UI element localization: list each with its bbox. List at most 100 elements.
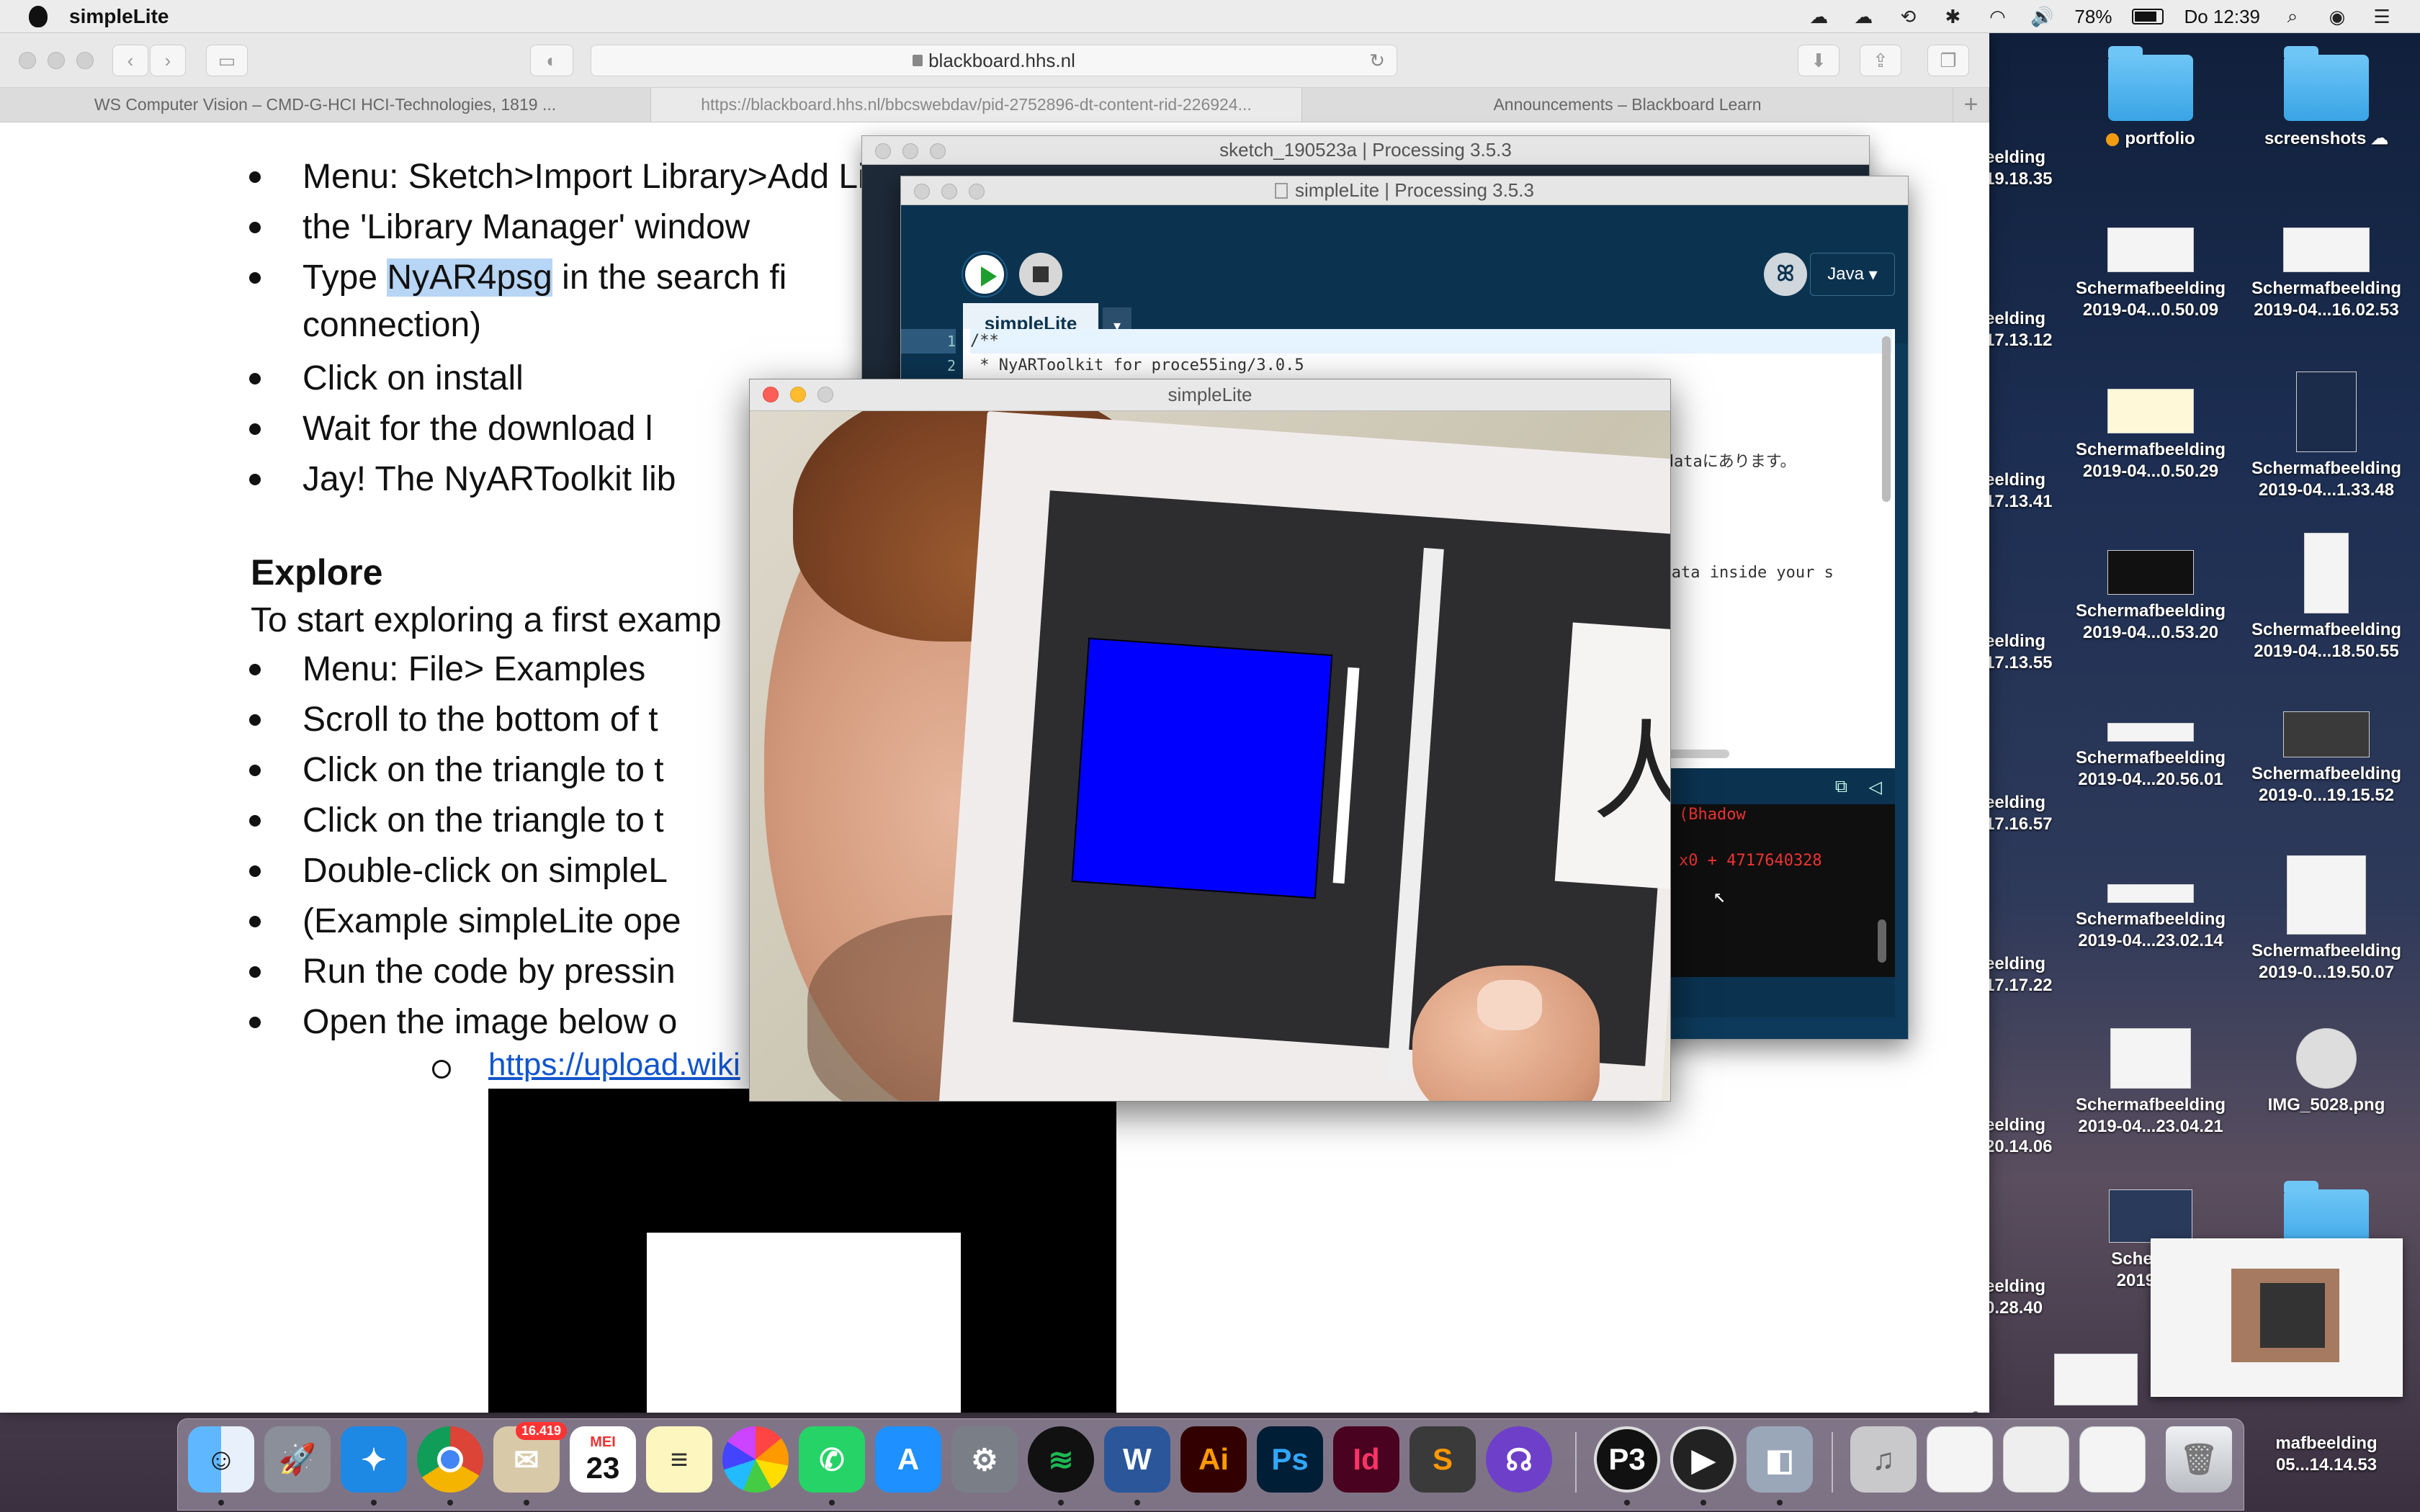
itunes-icon[interactable]: ♫ [1850, 1426, 1917, 1493]
desktop-label-cut[interactable]: eelding 17.13.41 [1985, 469, 2052, 513]
screenshot-preview-thumbnail[interactable] [2151, 1238, 2403, 1397]
desktop-file[interactable]: Schermafbeelding 2019-04...0.50.09 [2064, 228, 2237, 321]
close-button[interactable] [875, 143, 891, 159]
minimize-button[interactable] [941, 184, 957, 199]
tab-blackboard-content[interactable]: https://blackboard.hhs.nl/bbcswebdav/pid… [651, 88, 1302, 122]
debugger-icon[interactable]: ꕤ [1764, 253, 1807, 296]
zoom-button[interactable] [969, 184, 985, 199]
zoom-button[interactable] [930, 143, 946, 159]
photos-icon[interactable] [722, 1426, 789, 1493]
collapse-console-icon[interactable]: ◁ [1869, 777, 1882, 798]
zoom-button[interactable] [76, 51, 94, 69]
volume-icon[interactable]: 🔊 [2030, 6, 2054, 27]
minimized-window-thumbnail[interactable] [2003, 1426, 2069, 1493]
finder-icon[interactable]: ☺ [188, 1426, 254, 1493]
share-icon[interactable]: ⇪ [1860, 45, 1901, 76]
safari-icon[interactable]: ✦ [341, 1426, 407, 1493]
forward-button[interactable]: › [150, 45, 186, 76]
notes-icon[interactable]: ≡ [646, 1426, 712, 1493]
launchpad-icon[interactable]: 🚀 [264, 1426, 331, 1493]
whatsapp-icon[interactable]: ✆ [799, 1426, 865, 1493]
page-scrollbar[interactable] [1972, 1411, 1979, 1413]
desktop-file[interactable]: Schermafbeelding 2019-04...23.04.21 [2064, 1028, 2237, 1138]
privacy-shield-icon[interactable]: ◐ [530, 45, 573, 76]
desktop-file[interactable]: Schermafbeelding 2019-0...19.15.52 [2240, 711, 2413, 806]
sync-icon[interactable]: ☁ [1851, 6, 1876, 27]
spotify-icon[interactable]: ≋ [1028, 1426, 1094, 1493]
indesign-icon[interactable]: Id [1333, 1426, 1399, 1493]
mail-icon[interactable]: ✉ 16.419 [493, 1422, 567, 1493]
desktop-folder-screenshots[interactable]: screenshots ☁ [2240, 46, 2413, 150]
console-scrollbar[interactable] [1878, 919, 1886, 963]
desktop-label-cut[interactable]: eelding 0.28.40 [1985, 1276, 2045, 1319]
close-button[interactable] [19, 51, 36, 69]
desktop-file[interactable]: Schermafbeelding 2019-0...19.50.07 [2240, 855, 2413, 984]
desktop-file[interactable]: mafbeelding 05...14.14.53 [2240, 1433, 2413, 1476]
minimized-window-thumbnail[interactable] [2079, 1426, 2146, 1493]
chrome-icon[interactable] [417, 1426, 483, 1493]
desktop-file[interactable]: Schermafbeelding 2019-04...23.02.14 [2064, 884, 2237, 952]
desktop-file[interactable]: IMG_5028.png [2240, 1028, 2413, 1116]
close-button[interactable] [914, 184, 930, 199]
stop-button[interactable] [1019, 253, 1062, 296]
mode-selector[interactable]: Java ▾ [1810, 253, 1895, 296]
clock[interactable]: Do 12:39 [2184, 6, 2260, 28]
trash-icon[interactable]: 🗑 [2166, 1426, 2232, 1493]
illustrator-icon[interactable]: Ai [1180, 1426, 1247, 1493]
desktop-label-cut[interactable]: eelding 17.13.55 [1985, 631, 2052, 674]
quicktime-icon[interactable]: ▶ [1670, 1426, 1736, 1493]
creative-cloud-icon[interactable]: ☁ [1806, 6, 1831, 27]
reload-icon[interactable]: ↻ [1369, 50, 1385, 72]
active-app-name[interactable]: simpleLite [69, 5, 169, 28]
desktop-file[interactable]: Schermafbeelding 2019-04...1.33.48 [2240, 372, 2413, 501]
calendar-icon[interactable]: MEI 23 [570, 1426, 636, 1493]
desktop-label-cut[interactable]: eelding 20.14.06 [1985, 1115, 2052, 1158]
copy-console-icon[interactable]: ⧉ [1835, 777, 1847, 797]
address-bar[interactable]: blackboard.hhs.nl ↻ [591, 45, 1397, 76]
new-tab-button[interactable]: + [1953, 88, 1989, 122]
photoshop-icon[interactable]: Ps [1257, 1426, 1323, 1493]
github-desktop-icon[interactable]: ☊ [1486, 1426, 1552, 1493]
minimize-button[interactable] [902, 143, 918, 159]
minimized-window-thumbnail[interactable] [1927, 1426, 1993, 1493]
processing-icon[interactable]: P3 [1594, 1426, 1660, 1493]
siri-icon[interactable]: ◉ [2325, 6, 2349, 27]
desktop-file[interactable]: Schermafbeelding 2019-04...16.02.53 [2240, 228, 2413, 321]
file-thumbnail[interactable] [2054, 1354, 2138, 1405]
tab-computer-vision[interactable]: WS Computer Vision – CMD-G-HCI HCI-Techn… [0, 88, 651, 122]
word-icon[interactable]: W [1104, 1426, 1170, 1493]
downloads-icon[interactable]: ⬇ [1798, 45, 1839, 76]
image-link[interactable]: https://upload.wiki [432, 1047, 740, 1083]
editor-vertical-scrollbar[interactable] [1882, 336, 1891, 502]
minimize-button[interactable] [48, 51, 65, 69]
tabs-overview-icon[interactable]: ❐ [1927, 45, 1969, 76]
notification-center-icon[interactable]: ☰ [2370, 6, 2394, 27]
battery-icon[interactable] [2132, 9, 2164, 24]
desktop-label-cut[interactable]: eelding 17.17.22 [1985, 953, 2052, 996]
tab-announcements[interactable]: Announcements – Blackboard Learn [1302, 88, 1953, 122]
back-button[interactable]: ‹ [112, 45, 148, 76]
battery-percent[interactable]: 78% [2074, 6, 2112, 28]
bluetooth-icon[interactable]: ✱ [1940, 6, 1965, 27]
desktop-file[interactable]: Schermafbeelding 2019-04...0.50.29 [2064, 389, 2237, 482]
time-machine-icon[interactable]: ⟲ [1896, 6, 1920, 27]
spotlight-search-icon[interactable]: ⌕ [2280, 5, 2305, 27]
desktop-file[interactable]: Schermafbeelding 2019-04...20.56.01 [2064, 723, 2237, 791]
desktop-label-cut[interactable]: eelding 17.13.12 [1985, 308, 2052, 351]
wifi-icon[interactable]: ◠ [1985, 6, 2009, 27]
apple-menu-icon[interactable] [29, 5, 48, 27]
desktop-file[interactable]: Schermafbeelding 2019-04...0.53.20 [2064, 550, 2237, 644]
sidebar-toggle-icon[interactable]: ▭ [206, 45, 248, 76]
run-button[interactable] [963, 253, 1006, 296]
system-preferences-icon[interactable]: ⚙ [951, 1426, 1018, 1493]
minimize-button[interactable] [790, 387, 806, 402]
preview-icon[interactable]: ◧ [1747, 1426, 1813, 1493]
close-button[interactable] [763, 387, 779, 402]
desktop-folder-portfolio[interactable]: portfolio [2064, 46, 2237, 150]
desktop-label-cut[interactable]: eelding 17.16.57 [1985, 792, 2052, 835]
sublime-text-icon[interactable]: S [1410, 1426, 1476, 1493]
desktop-file[interactable]: Schermafbeelding 2019-04...18.50.55 [2240, 533, 2413, 662]
zoom-button[interactable] [817, 387, 833, 402]
desktop-label-cut[interactable]: eelding 19.18.35 [1985, 147, 2052, 190]
app-store-icon[interactable]: A [875, 1426, 941, 1493]
